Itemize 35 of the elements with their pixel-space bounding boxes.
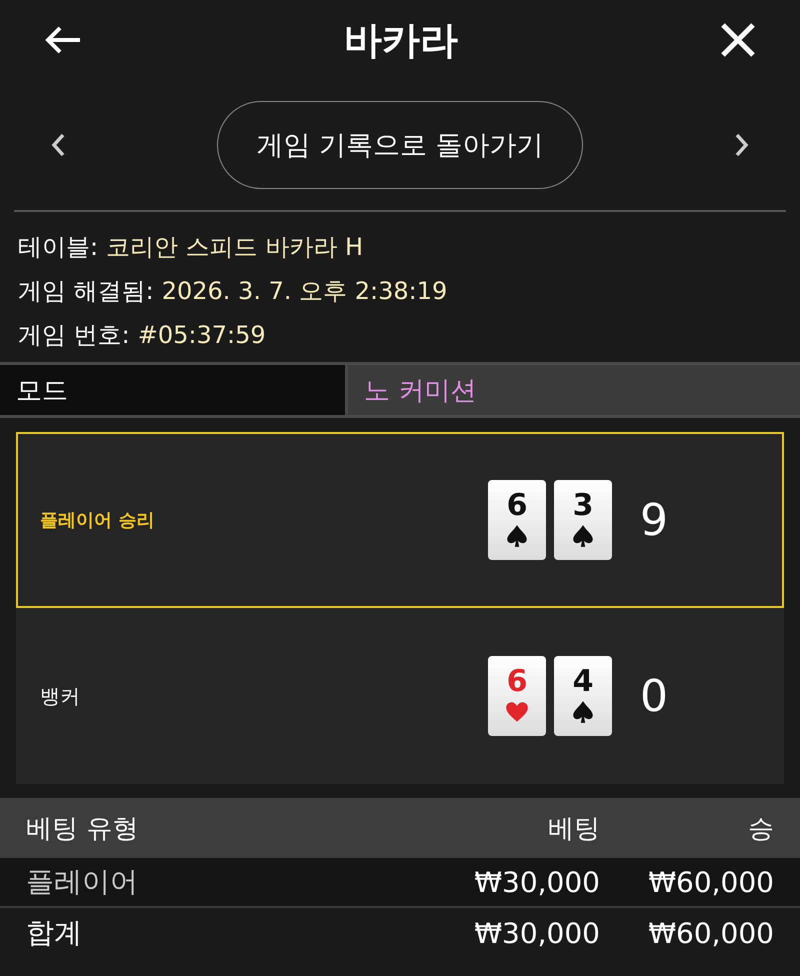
hand-score: 9: [639, 494, 669, 546]
back-button[interactable]: [44, 25, 82, 55]
column-header: 승: [747, 812, 774, 846]
info-value: 2026. 3. 7. 오후 2:38:19: [162, 276, 448, 307]
info-value: #05:37:59: [138, 321, 266, 349]
close-button[interactable]: [720, 22, 756, 58]
playing-card: 6: [488, 480, 546, 560]
info-label: 테이블:: [18, 232, 98, 263]
table-cell-text: ₩30,000: [473, 866, 600, 898]
next-button[interactable]: [734, 132, 750, 158]
total-label: 합계: [26, 915, 83, 951]
info-value: 코리안 스피드 바카라 H: [106, 232, 364, 263]
previous-button[interactable]: [50, 132, 66, 158]
total-win: ₩60,000: [647, 916, 774, 950]
hand-score: 0: [639, 670, 669, 722]
hand-label: 뱅커: [39, 682, 81, 710]
close-icon: [720, 22, 756, 58]
info-label: 게임 번호:: [18, 320, 130, 351]
total-bet: ₩30,000: [473, 916, 600, 950]
column-header: 베팅: [547, 812, 600, 846]
back-to-history-button[interactable]: 게임 기록으로 돌아가기: [217, 101, 583, 189]
playing-card: 3: [554, 480, 612, 560]
playing-card: 4: [554, 656, 612, 736]
hand-label: 플레이어 승리: [39, 509, 156, 532]
table-cell-text: 플레이어: [26, 864, 139, 900]
chevron-left-icon: [50, 132, 66, 158]
column-header: 베팅 유형: [26, 812, 140, 846]
chevron-right-icon: [734, 132, 750, 158]
mode-value: 노 커미션: [348, 365, 800, 415]
playing-card: 6: [488, 656, 546, 736]
back-arrow-icon: [44, 25, 82, 55]
page-title: 바카라: [344, 16, 458, 64]
table-cell-text: ₩60,000: [647, 866, 774, 898]
info-label: 게임 해결됨:: [18, 276, 154, 307]
mode-label: 모드: [0, 365, 348, 415]
